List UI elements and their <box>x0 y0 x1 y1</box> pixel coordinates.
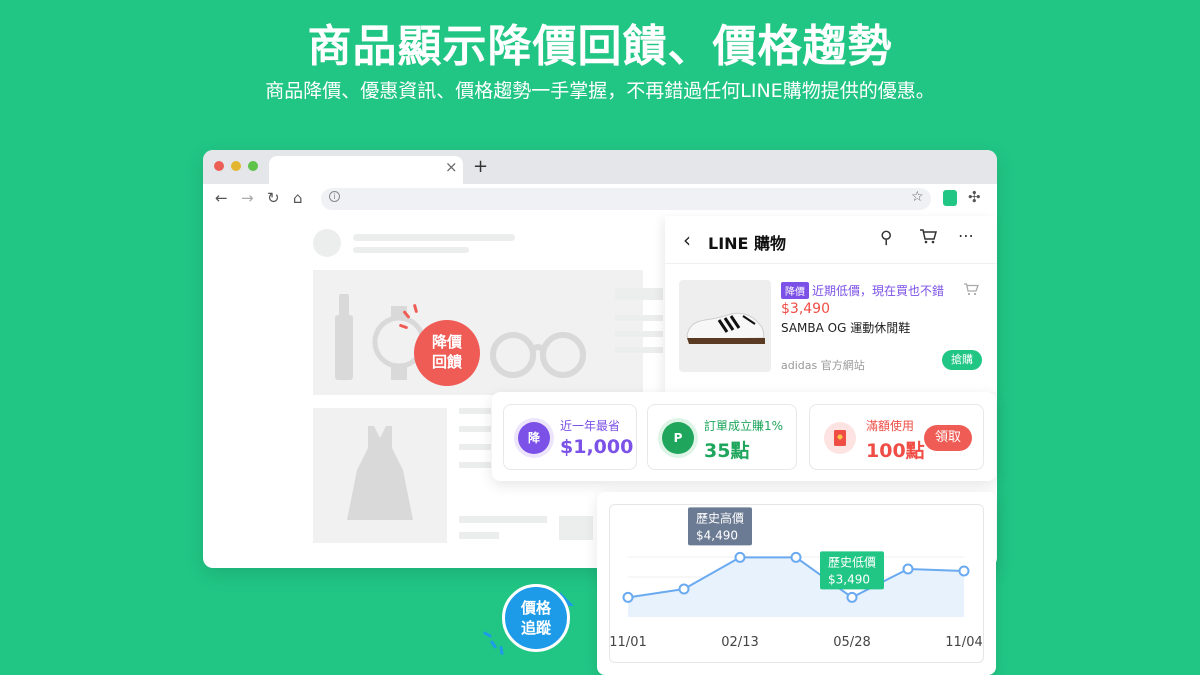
chevron-left-icon[interactable]: ‹ <box>683 228 691 252</box>
benefit-value: $1,000 <box>560 436 634 458</box>
tab-close-icon[interactable]: × <box>445 158 458 176</box>
placeholder-line <box>353 234 515 241</box>
x-tick-label: 02/13 <box>721 635 758 650</box>
price-drop-icon: 降 <box>518 422 550 454</box>
line-extension-icon[interactable] <box>943 190 957 206</box>
high-price-value: $4,490 <box>696 528 738 542</box>
spark-accent <box>489 639 498 650</box>
close-window-dot[interactable] <box>214 161 224 171</box>
panel-title: LINE 購物 <box>708 234 787 253</box>
benefit-label: 訂單成立賺1% <box>704 419 784 433</box>
price-drop-tag-text: 近期低價，現在買也不錯 <box>812 284 945 298</box>
price-drop-badge-line1: 降價 <box>431 333 462 351</box>
claim-button[interactable]: 領取 <box>924 425 972 451</box>
panel-header: ‹ LINE 購物 ⚲ ⋯ <box>665 216 996 264</box>
data-point <box>678 583 690 595</box>
benefit-card-savings[interactable]: 降 近一年最省 $1,000 <box>503 404 637 470</box>
browser-toolbar: ← → ↻ ⌂ i <box>203 184 997 214</box>
price-drop-badge: 降價 回饋 <box>414 320 480 386</box>
benefit-label: 近一年最省 <box>560 419 621 433</box>
search-icon[interactable]: ⚲ <box>880 228 892 248</box>
data-point <box>846 591 858 603</box>
x-tick-label: 11/01 <box>610 635 647 650</box>
price-tracking-badge-line1: 價格 <box>520 599 551 617</box>
placeholder-line <box>459 516 547 523</box>
placeholder-line <box>459 532 499 539</box>
x-tick-label: 05/28 <box>833 635 870 650</box>
maximize-window-dot[interactable] <box>248 161 258 171</box>
placeholder-dress-image <box>313 408 447 543</box>
add-to-cart-icon[interactable] <box>963 282 979 296</box>
reload-icon[interactable]: ↻ <box>267 189 280 207</box>
placeholder-line <box>615 347 663 353</box>
benefit-value: 35點 <box>704 440 750 462</box>
product-name[interactable]: SAMBA OG 運動休閒鞋 <box>781 319 910 336</box>
data-point <box>622 591 634 603</box>
data-point <box>958 565 970 577</box>
placeholder-button <box>559 516 593 540</box>
data-point <box>902 563 914 575</box>
high-price-label: 歷史高價 <box>696 510 744 525</box>
price-tracking-badge-line2: 追蹤 <box>520 619 551 637</box>
price-tracking-badge: 價格 追蹤 <box>502 584 570 652</box>
product-shop: adidas 官方網站 <box>781 359 865 372</box>
back-icon[interactable]: ← <box>215 189 228 207</box>
minimize-window-dot[interactable] <box>231 161 241 171</box>
low-price-label: 歷史低價 <box>828 555 876 569</box>
series-area <box>628 557 964 617</box>
placeholder-line <box>353 247 469 253</box>
bookmark-star-icon[interactable]: ☆ <box>911 189 924 205</box>
line-shopping-panel: ‹ LINE 購物 ⚲ ⋯ 降價 近期低價，現在買也不錯 $3,490 SAMB… <box>665 216 996 392</box>
benefit-value: 100點 <box>866 440 925 462</box>
placeholder-line <box>459 462 491 468</box>
placeholder-line <box>459 408 491 414</box>
extensions-puzzle-icon[interactable]: ✣ <box>968 188 981 206</box>
product-image[interactable] <box>679 280 771 372</box>
red-envelope-graphic <box>834 430 846 446</box>
cart-icon[interactable] <box>919 228 937 244</box>
price-drop-tag: 降價 <box>781 282 809 299</box>
price-trend-chart: 11/01 02/13 05/28 11/04 歷史高價 $4,490 歷史低價 $3,490 <box>609 504 984 663</box>
price-trend-card: 11/01 02/13 05/28 11/04 歷史高價 $4,490 歷史低價 $3,490 <box>597 492 996 675</box>
placeholder-line <box>459 444 491 450</box>
benefits-row: 降 近一年最省 $1,000 P 訂單成立賺1% 35點 滿額使用 100點 領… <box>492 392 996 481</box>
spark-accent <box>499 645 504 656</box>
benefit-card-points[interactable]: P 訂單成立賺1% 35點 <box>647 404 797 470</box>
benefit-card-coupon[interactable]: 滿額使用 100點 領取 <box>809 404 984 470</box>
line-points-icon: P <box>662 422 694 454</box>
price-drop-badge-line2: 回饋 <box>431 353 462 371</box>
placeholder-avatar <box>313 229 341 257</box>
x-tick-label: 11/04 <box>945 635 982 650</box>
new-tab-icon[interactable]: + <box>473 156 488 177</box>
browser-tab[interactable] <box>269 156 463 184</box>
tab-bar: × + <box>203 150 997 184</box>
site-info-icon[interactable]: i <box>329 191 340 202</box>
coupon-envelope-icon <box>824 422 856 454</box>
page-subline: 商品降價、優惠資訊、價格趨勢一手掌握，不再錯過任何LINE購物提供的優惠。 <box>265 80 935 102</box>
benefit-label: 滿額使用 <box>866 419 915 433</box>
low-price-value: $3,490 <box>828 572 870 586</box>
placeholder-block <box>615 288 663 300</box>
placeholder-line <box>615 315 663 321</box>
sneaker-illustration <box>686 312 765 344</box>
more-icon[interactable]: ⋯ <box>958 226 975 245</box>
address-bar[interactable]: i <box>321 188 931 210</box>
data-point <box>734 551 746 563</box>
forward-icon[interactable]: → <box>241 189 254 207</box>
spark-accent <box>482 630 493 639</box>
product-price: $3,490 <box>781 301 830 317</box>
data-point <box>790 551 802 563</box>
price-trend-svg: 11/01 02/13 05/28 11/04 歷史高價 $4,490 歷史低價 $3,490 <box>610 507 983 650</box>
placeholder-line <box>615 331 663 337</box>
page-headline: 商品顯示降價回饋、價格趨勢 <box>307 21 893 72</box>
home-icon[interactable]: ⌂ <box>293 189 303 207</box>
placeholder-line <box>459 426 491 432</box>
dress-illustration <box>347 426 413 520</box>
buy-button[interactable]: 搶購 <box>942 350 982 370</box>
